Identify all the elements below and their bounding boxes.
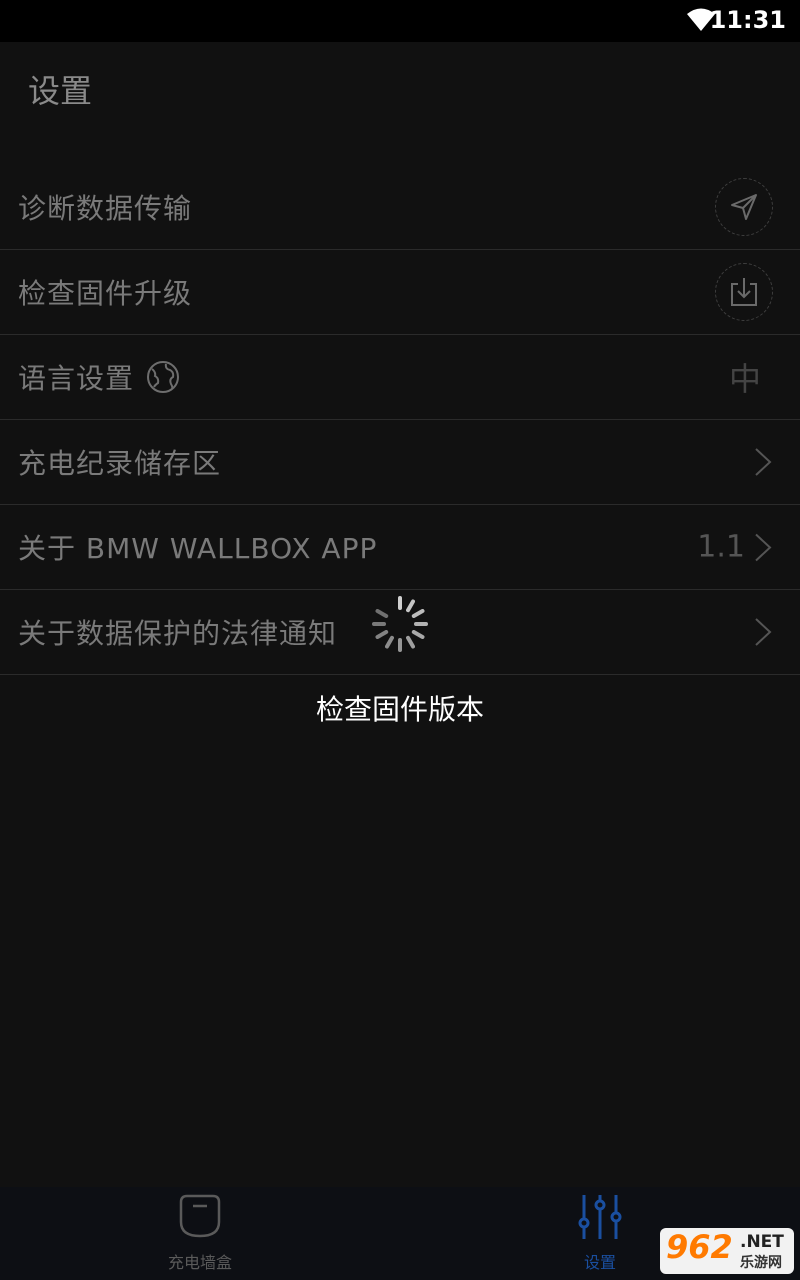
menu-item-label: 诊断数据传输: [18, 192, 193, 225]
watermark-site: 乐游网: [740, 1255, 782, 1271]
menu-item-diagnostic-data[interactable]: 诊断数据传输: [0, 165, 800, 250]
chevron-right-icon: [755, 448, 772, 476]
download-icon: [731, 278, 757, 306]
globe-icon: [147, 361, 179, 393]
language-value: 中: [728, 360, 761, 398]
chevron-right-icon: [755, 533, 772, 561]
page-title: 设置: [28, 72, 93, 110]
sliders-icon: [578, 1195, 622, 1239]
menu-item-language[interactable]: 语言设置 中: [0, 335, 800, 420]
watermark-net: .NET: [740, 1232, 784, 1252]
menu-item-label: 语言设置: [18, 362, 135, 395]
nav-label: 充电墙盒: [167, 1253, 232, 1272]
wallbox-icon: [179, 1194, 221, 1238]
nav-label: 设置: [583, 1253, 616, 1272]
menu-item-label: 充电纪录储存区: [18, 447, 222, 480]
loading-text: 检查固件版本: [315, 693, 484, 726]
send-button[interactable]: [715, 178, 773, 236]
menu-item-label: 关于数据保护的法律通知: [18, 617, 338, 650]
watermark-number: 962: [666, 1228, 733, 1266]
status-bar: 11:31: [0, 0, 800, 42]
send-icon: [731, 194, 757, 220]
loading-spinner-icon: [372, 596, 428, 652]
nav-tab-wallbox[interactable]: 充电墙盒: [120, 1187, 280, 1280]
menu-item-about-app[interactable]: 关于 BMW WALLBOX APP 1.1: [0, 505, 800, 590]
menu-item-label: 检查固件升级: [18, 277, 193, 310]
menu-item-charging-records[interactable]: 充电纪录储存区: [0, 420, 800, 505]
menu-item-firmware-upgrade[interactable]: 检查固件升级: [0, 250, 800, 335]
chevron-right-icon: [755, 618, 772, 646]
nav-tab-settings[interactable]: 设置: [520, 1187, 680, 1280]
site-watermark-logo: 962 .NET 乐游网: [660, 1228, 794, 1274]
status-time: 11:31: [709, 6, 786, 34]
app-version: 1.1: [697, 529, 745, 565]
menu-item-label: 关于 BMW WALLBOX APP: [18, 532, 378, 565]
download-button[interactable]: [715, 263, 773, 321]
